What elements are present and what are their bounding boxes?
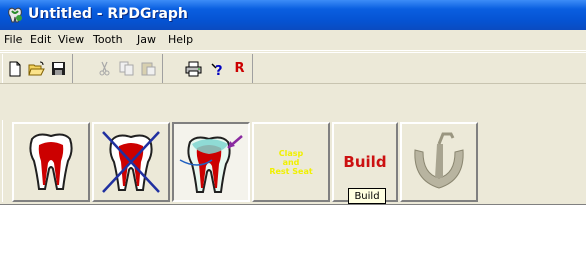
toolbar-separator [162, 54, 163, 84]
menu-edit[interactable]: Edit [30, 33, 51, 46]
remove-tooth-tool-button[interactable] [92, 122, 170, 202]
toolbar-divider-bottom [0, 83, 586, 84]
clasp-label: Clasp and Rest Seat [269, 148, 313, 176]
menu-file[interactable]: File [4, 33, 22, 46]
app-icon [8, 7, 22, 23]
new-document-icon [9, 61, 20, 76]
menu-divider [0, 50, 586, 51]
jaw-tool-button[interactable] [400, 122, 478, 202]
cut-icon [99, 61, 110, 76]
open-button[interactable] [26, 58, 47, 79]
tooth-arrow-icon [179, 135, 243, 193]
menu-jaw[interactable]: Jaw [137, 33, 156, 46]
r-icon: R [234, 61, 245, 76]
tooth-tool-button[interactable] [12, 122, 90, 202]
svg-text:?: ? [215, 64, 223, 77]
help-button[interactable]: ? [206, 58, 227, 79]
open-folder-icon [28, 61, 45, 75]
tools-grip [2, 120, 3, 202]
menu-view[interactable]: View [58, 33, 84, 46]
toolbar-grip [2, 54, 3, 84]
build-tooltip: Build [348, 188, 386, 204]
save-button[interactable] [48, 58, 69, 79]
menu-bar: File Edit View Tooth Jaw Help [0, 30, 586, 50]
document-canvas[interactable] [0, 204, 586, 266]
toolbar-divider-top [0, 52, 586, 53]
copy-button[interactable] [116, 58, 137, 79]
paste-icon [141, 62, 156, 76]
jaw-arch-icon [414, 132, 464, 189]
standard-toolbar: ? R [0, 52, 586, 84]
save-disk-icon [52, 62, 65, 75]
cut-button[interactable] [94, 58, 115, 79]
print-button[interactable] [183, 58, 204, 79]
clasp-tool-button[interactable]: Clasp and Rest Seat [252, 122, 330, 202]
help-icon: ? [211, 62, 223, 77]
tooth-icon [29, 133, 73, 190]
menu-tooth[interactable]: Tooth [93, 33, 123, 46]
toolbar-separator [252, 54, 253, 84]
toolbar-separator [72, 54, 73, 84]
clasp-text-icon: Clasp and Rest Seat [269, 149, 312, 176]
build-label: Build [343, 153, 387, 171]
print-icon [185, 61, 202, 76]
title-bar[interactable]: Untitled - RPDGraph [0, 0, 586, 30]
tooth-select-tool-button[interactable] [172, 122, 250, 202]
menu-help[interactable]: Help [168, 33, 193, 46]
window-title: Untitled - RPDGraph [28, 6, 188, 22]
new-button[interactable] [4, 58, 25, 79]
paste-button[interactable] [138, 58, 159, 79]
tooth-crossed-icon [102, 131, 160, 193]
r-button[interactable]: R [229, 58, 250, 79]
copy-icon [119, 61, 134, 76]
